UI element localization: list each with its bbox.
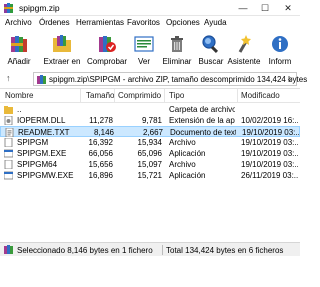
archive-status-icon	[4, 245, 13, 254]
trash-icon	[171, 36, 183, 52]
column-divider[interactable]	[80, 89, 81, 103]
close-icon: ✕	[284, 3, 292, 13]
path-field[interactable]: spipgm.zip\SPIPGM - archivo ZIP, tamaño …	[33, 72, 307, 86]
menu-opciones[interactable]: Opciones	[166, 18, 200, 27]
address-bar: ↑ spipgm.zip\SPIPGM - archivo ZIP, tamañ…	[0, 72, 307, 86]
find-button[interactable]: Buscar	[195, 31, 227, 71]
file-list: Nombre Tamaño Comprimido Tipo Modificado…	[0, 88, 300, 242]
column-divider[interactable]	[237, 89, 238, 103]
path-text: spipgm.zip\SPIPGM - archivo ZIP, tamaño …	[49, 74, 308, 84]
delete-button[interactable]: Eliminar	[159, 31, 195, 71]
list-item-readme-txt[interactable]: README.TXT 8,146 2,667 Documento de text…	[0, 126, 300, 137]
menu-ayuda[interactable]: Ayuda	[204, 18, 227, 27]
chevron-down-icon[interactable]: ⌄	[286, 74, 293, 83]
list-item-ioperm-dll[interactable]: IOPERM.DLL 11,278 9,781 Extensión de la …	[0, 115, 300, 126]
window-title: spipgm.zip	[19, 3, 60, 13]
column-size[interactable]: Tamaño	[86, 91, 114, 100]
add-button[interactable]: Añadir	[2, 31, 36, 71]
info-label: Inform	[268, 57, 292, 66]
delete-label: Eliminar	[162, 57, 192, 66]
maximize-icon: ☐	[260, 3, 270, 13]
add-label: Añadir	[7, 57, 31, 66]
status-divider	[162, 245, 163, 255]
dll-file-icon	[4, 116, 13, 125]
status-total: Total 134,424 bytes en 6 ficheros	[166, 245, 284, 255]
menu-favoritos[interactable]: Favoritos	[127, 18, 160, 27]
extract-to-label: Extraer en	[43, 57, 81, 66]
test-button[interactable]: Comprobar	[86, 31, 128, 71]
column-type[interactable]: Tipo	[169, 91, 184, 100]
list-item-parent-folder[interactable]: .. Carpeta de archivos	[0, 104, 300, 115]
file-icon	[4, 160, 13, 169]
books-add-icon	[11, 36, 27, 52]
status-selection: Seleccionado 8,146 bytes en 1 fichero	[17, 245, 153, 255]
menu-ordenes[interactable]: Órdenes	[39, 18, 70, 27]
minimize-button[interactable]: —	[232, 0, 254, 16]
view-button[interactable]: Ver	[129, 31, 159, 71]
column-name[interactable]: Nombre	[5, 91, 33, 100]
column-divider[interactable]	[114, 89, 115, 103]
column-divider[interactable]	[164, 89, 165, 103]
close-button[interactable]: ✕	[277, 0, 299, 16]
toolbar: Añadir Extraer en Comprobar Ver Eliminar…	[0, 31, 300, 71]
test-archive-icon	[99, 36, 116, 52]
title-bar: spipgm.zip — ☐ ✕	[0, 0, 300, 16]
info-button[interactable]: Inform	[262, 31, 298, 71]
wizard-button[interactable]: Asistente	[227, 31, 261, 71]
zip-archive-icon	[37, 75, 46, 84]
list-item-spipgm-exe[interactable]: SPIPGM.EXE 66,056 65,096 Aplicación 19/1…	[0, 148, 300, 159]
column-compressed[interactable]: Comprimido	[118, 91, 161, 100]
view-label: Ver	[137, 57, 151, 66]
extract-to-button[interactable]: Extraer en	[41, 31, 83, 71]
folder-extract-icon	[53, 35, 71, 52]
list-item-spipgm[interactable]: SPIPGM 16,392 15,934 Archivo 19/10/2019 …	[0, 137, 300, 148]
test-label: Comprobar	[86, 57, 128, 66]
wizard-icon	[238, 35, 251, 53]
list-header: Nombre Tamaño Comprimido Tipo Modificado	[0, 89, 300, 103]
minimize-icon: —	[238, 3, 248, 13]
view-icon	[134, 36, 154, 52]
exe-file-icon	[4, 171, 13, 180]
folder-up-icon	[4, 106, 13, 114]
menu-bar: Archivo Órdenes Herramientas Favoritos O…	[0, 16, 300, 30]
find-label: Buscar	[198, 57, 224, 66]
winrar-app-icon	[4, 3, 13, 13]
list-item-spipgmw-exe[interactable]: SPIPGMW.EXE 16,896 15,721 Aplicación 26/…	[0, 170, 300, 181]
status-bar: Seleccionado 8,146 bytes en 1 fichero To…	[0, 242, 300, 256]
wizard-label: Asistente	[227, 57, 261, 66]
list-item-spipgm64[interactable]: SPIPGM64 15,656 15,097 Archivo 19/10/201…	[0, 159, 300, 170]
text-file-icon	[5, 128, 14, 137]
up-arrow-icon[interactable]: ↑	[6, 73, 11, 83]
menu-archivo[interactable]: Archivo	[5, 18, 32, 27]
magnifier-icon	[202, 35, 219, 54]
window-background	[0, 256, 300, 287]
column-modified[interactable]: Modificado	[241, 91, 280, 100]
info-icon	[272, 36, 288, 52]
exe-file-icon	[4, 149, 13, 158]
menu-herramientas[interactable]: Herramientas	[76, 18, 124, 27]
file-icon	[4, 138, 13, 147]
maximize-button[interactable]: ☐	[254, 0, 276, 16]
